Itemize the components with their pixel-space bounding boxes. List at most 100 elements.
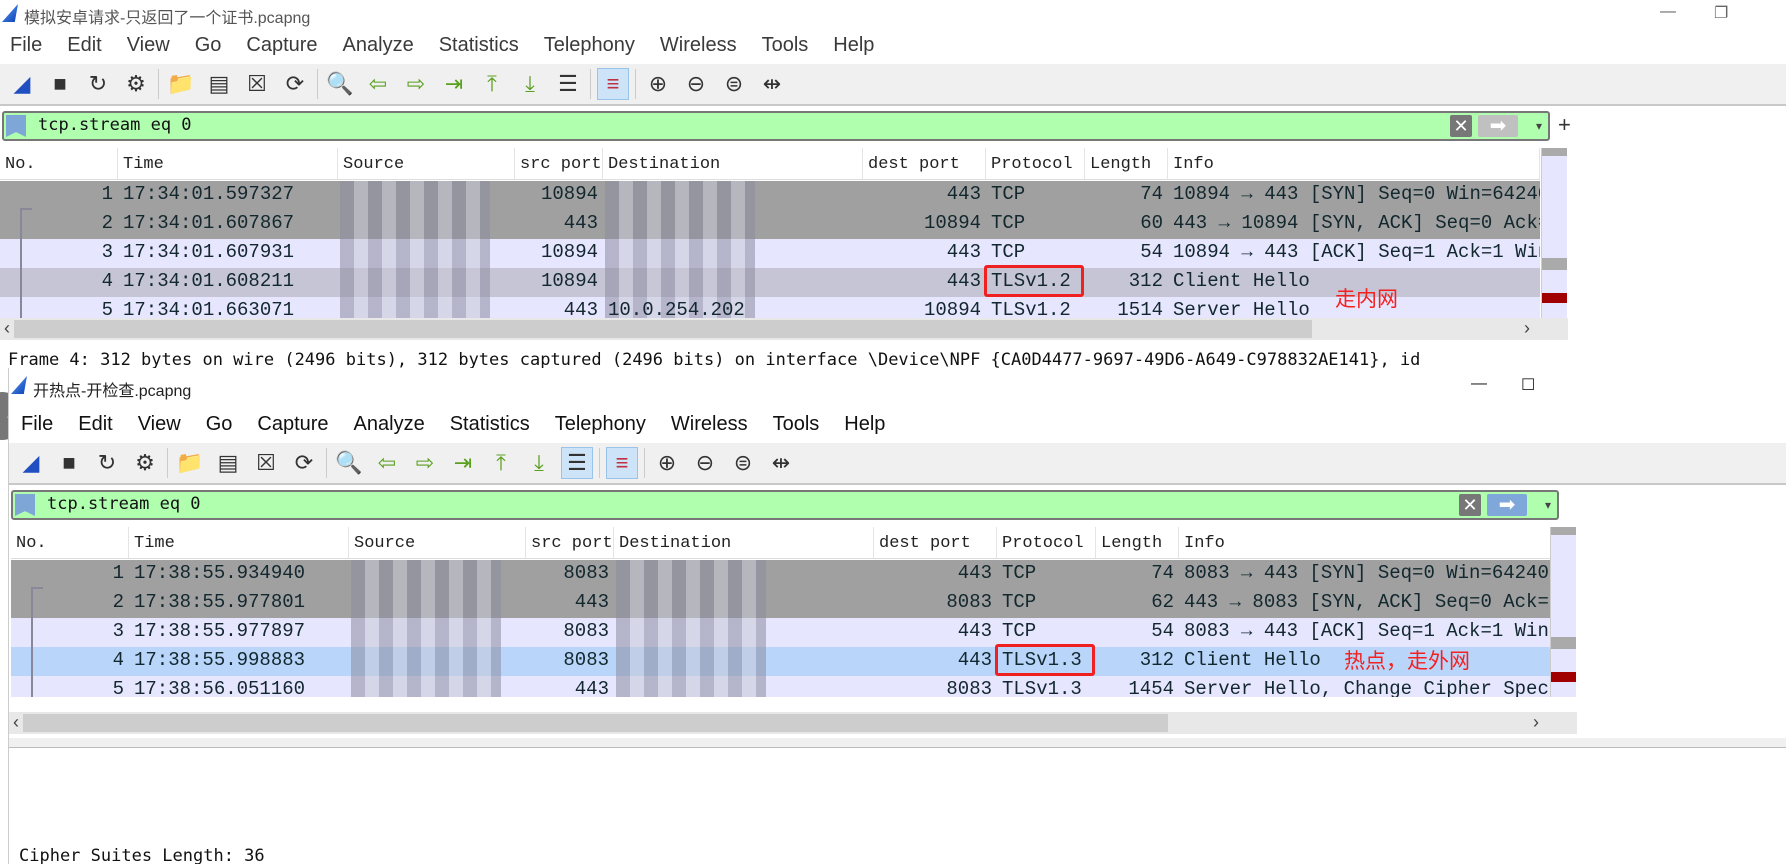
column-header-time[interactable]: Time (129, 527, 349, 559)
column-header-src[interactable]: Source (349, 527, 526, 559)
maximize-button[interactable]: ❐ (1714, 3, 1728, 23)
zoom-out-icon[interactable]: ⊖ (689, 447, 721, 479)
menu-telephony[interactable]: Telephony (555, 413, 646, 436)
zoom-out-icon[interactable]: ⊖ (680, 68, 712, 100)
scroll-left-icon[interactable]: ‹ (4, 318, 10, 339)
menu-capture[interactable]: Capture (257, 413, 328, 436)
zoom-in-icon[interactable]: ⊕ (642, 68, 674, 100)
menu-statistics[interactable]: Statistics (450, 413, 530, 436)
filter-dropdown-icon[interactable]: ▾ (1545, 494, 1551, 516)
bookmark-icon[interactable] (15, 494, 35, 516)
go-forward-icon[interactable]: ⇨ (409, 447, 441, 479)
column-header-len[interactable]: Length (1085, 148, 1168, 180)
menu-help[interactable]: Help (844, 413, 885, 436)
menu-wireless[interactable]: Wireless (671, 413, 748, 436)
column-header-proto[interactable]: Protocol (986, 148, 1085, 180)
display-filter-input[interactable]: tcp.stream eq 0 ✕ ➡ ▾ (2, 111, 1550, 141)
reload-file-icon[interactable]: ⟳ (279, 68, 311, 100)
packet-row[interactable]: 2 17:38:55.977801 443 8083 TCP 62 443 → 8083 [… (11, 589, 1551, 618)
go-back-icon[interactable]: ⇦ (371, 447, 403, 479)
capture-options-icon[interactable]: ⚙ (129, 447, 161, 479)
bookmark-icon[interactable] (6, 115, 26, 137)
zoom-normal-icon[interactable]: ⊜ (727, 447, 759, 479)
menu-tools[interactable]: Tools (762, 34, 809, 57)
column-header-src[interactable]: Source (338, 148, 515, 180)
go-back-icon[interactable]: ⇦ (362, 68, 394, 100)
packet-row[interactable]: 5 17:34:01.663071 443 10.0.254.202 10894 TLSv… (0, 297, 1540, 318)
packet-row[interactable]: 4 17:34:01.608211 10894 443 TLSv1.2 312 Client… (0, 265, 1540, 297)
packet-row[interactable]: 3 17:34:01.607931 10894 443 TCP 54 10894 → 443… (0, 239, 1540, 268)
horizontal-scrollbar[interactable]: ‹ › (0, 318, 1568, 340)
column-header-len[interactable]: Length (1096, 527, 1179, 559)
menu-view[interactable]: View (127, 34, 170, 57)
start-capture-icon[interactable]: ◢ (6, 68, 38, 100)
filter-text[interactable]: tcp.stream eq 0 (38, 115, 192, 135)
scrollbar-thumb[interactable] (23, 714, 1168, 732)
stop-capture-icon[interactable]: ■ (53, 447, 85, 479)
menu-edit[interactable]: Edit (78, 413, 112, 436)
zoom-in-icon[interactable]: ⊕ (651, 447, 683, 479)
menu-capture[interactable]: Capture (246, 34, 317, 57)
menu-file[interactable]: File (21, 413, 53, 436)
colorize-icon[interactable]: ≡ (597, 68, 629, 100)
menu-analyze[interactable]: Analyze (354, 413, 425, 436)
column-header-sport[interactable]: src port (526, 527, 614, 559)
minimize-button[interactable]: — (1660, 3, 1676, 21)
column-header-info[interactable]: Info (1168, 148, 1540, 180)
close-file-icon[interactable]: ☒ (241, 68, 273, 100)
go-first-icon[interactable]: ⤒ (485, 447, 517, 479)
minimize-button[interactable]: — (1471, 375, 1487, 393)
column-header-info[interactable]: Info (1179, 527, 1551, 559)
menu-view[interactable]: View (138, 413, 181, 436)
stop-capture-icon[interactable]: ■ (44, 68, 76, 100)
maximize-button[interactable]: ☐ (1521, 375, 1535, 395)
menu-wireless[interactable]: Wireless (660, 34, 737, 57)
add-filter-button[interactable]: + (1558, 112, 1571, 138)
go-forward-icon[interactable]: ⇨ (400, 68, 432, 100)
packet-row[interactable]: 1 17:34:01.597327 10894 443 TCP 74 10894 → 443… (0, 181, 1540, 210)
resize-columns-icon[interactable]: ⇹ (756, 68, 788, 100)
scroll-right-icon[interactable]: › (1524, 318, 1530, 339)
go-last-icon[interactable]: ⤓ (514, 68, 546, 100)
packet-row[interactable]: 3 17:38:55.977897 8083 443 TCP 54 8083 → 443 [… (11, 618, 1551, 647)
capture-options-icon[interactable]: ⚙ (120, 68, 152, 100)
menu-edit[interactable]: Edit (67, 34, 101, 57)
column-header-time[interactable]: Time (118, 148, 338, 180)
packet-row[interactable]: 4 17:38:55.998883 8083 443 TLSv1.3 312 Client … (11, 644, 1551, 676)
close-file-icon[interactable]: ☒ (250, 447, 282, 479)
reload-file-icon[interactable]: ⟳ (288, 447, 320, 479)
packet-minimap[interactable] (1541, 148, 1567, 318)
column-header-no[interactable]: No. (11, 527, 129, 559)
find-packet-icon[interactable]: 🔍 (324, 68, 356, 100)
menu-file[interactable]: File (10, 34, 42, 57)
packet-row[interactable]: 1 17:38:55.934940 8083 443 TCP 74 8083 → 443 [… (11, 560, 1551, 589)
menu-statistics[interactable]: Statistics (439, 34, 519, 57)
apply-filter-icon[interactable]: ➡ (1478, 115, 1518, 137)
auto-scroll-icon[interactable]: ☰ (552, 68, 584, 100)
restart-capture-icon[interactable]: ↻ (82, 68, 114, 100)
open-file-icon[interactable]: 📁 (174, 447, 206, 479)
scroll-right-icon[interactable]: › (1533, 712, 1539, 733)
find-packet-icon[interactable]: 🔍 (333, 447, 365, 479)
menu-analyze[interactable]: Analyze (343, 34, 414, 57)
menu-tools[interactable]: Tools (773, 413, 820, 436)
zoom-normal-icon[interactable]: ⊜ (718, 68, 750, 100)
menu-help[interactable]: Help (833, 34, 874, 57)
auto-scroll-icon[interactable]: ☰ (561, 447, 593, 479)
menu-go[interactable]: Go (195, 34, 222, 57)
start-capture-icon[interactable]: ◢ (15, 447, 47, 479)
menu-go[interactable]: Go (206, 413, 233, 436)
colorize-icon[interactable]: ≡ (606, 447, 638, 479)
go-to-packet-icon[interactable]: ⇥ (447, 447, 479, 479)
column-header-dst[interactable]: Destination (603, 148, 863, 180)
column-header-proto[interactable]: Protocol (997, 527, 1096, 559)
column-header-no[interactable]: No. (0, 148, 118, 180)
column-header-sport[interactable]: src port (515, 148, 603, 180)
menu-telephony[interactable]: Telephony (544, 34, 635, 57)
file-binary-icon[interactable]: ▤ (212, 447, 244, 479)
scrollbar-thumb[interactable] (14, 320, 1312, 338)
column-header-dport[interactable]: dest port (874, 527, 997, 559)
display-filter-input[interactable]: tcp.stream eq 0 ✕ ➡ ▾ (11, 490, 1559, 520)
filter-text[interactable]: tcp.stream eq 0 (47, 494, 201, 514)
horizontal-scrollbar[interactable]: ‹ › (9, 712, 1577, 734)
